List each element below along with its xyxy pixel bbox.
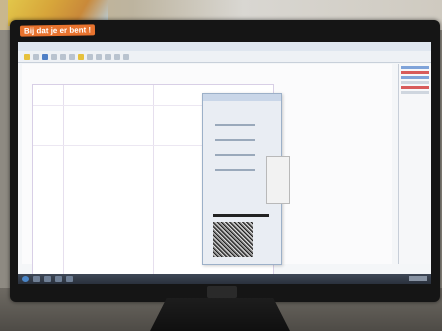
taskbar-clock[interactable] <box>409 276 427 281</box>
drawing-workarea[interactable] <box>22 64 392 284</box>
layers-panel[interactable] <box>398 64 431 264</box>
toolbar-icon[interactable] <box>60 53 66 60</box>
sticker-label: Bij dat je er bent ! <box>19 24 96 37</box>
panel-row[interactable] <box>401 81 429 84</box>
monitor-stand <box>150 298 290 331</box>
photo-scene: Bij dat je er bent ! <box>0 0 442 331</box>
toolbar-icon[interactable] <box>105 53 111 60</box>
dialog-slider[interactable] <box>215 154 255 156</box>
taskbar-app-icon[interactable] <box>55 276 62 282</box>
start-icon[interactable] <box>22 276 29 282</box>
toolbar-icon[interactable] <box>114 53 120 60</box>
grid-line <box>153 85 154 284</box>
toolbar-icon[interactable] <box>69 53 75 60</box>
monitor-logo <box>207 286 237 298</box>
app-titlebar <box>18 42 431 51</box>
taskbar-app-icon[interactable] <box>33 276 40 282</box>
panel-row[interactable] <box>401 86 429 89</box>
dialog-slider[interactable] <box>215 139 255 141</box>
toolbar-icon[interactable] <box>78 53 84 60</box>
taskbar-app-icon[interactable] <box>44 276 51 282</box>
grid-line <box>63 85 64 284</box>
toolbar-icon[interactable] <box>24 53 30 60</box>
dialog-titlebar[interactable] <box>203 94 281 101</box>
toolbar-icon[interactable] <box>87 53 93 60</box>
toolbar-icon[interactable] <box>33 53 39 60</box>
dialog-color-bar <box>213 214 269 217</box>
taskbar-app-icon[interactable] <box>66 276 73 282</box>
toolbar-icon[interactable] <box>96 53 102 60</box>
popup-menu[interactable] <box>266 156 290 204</box>
dialog-slider[interactable] <box>215 169 255 171</box>
toolbar-icon[interactable] <box>51 53 57 60</box>
toolbar-icon[interactable] <box>123 53 129 60</box>
panel-row[interactable] <box>401 71 429 74</box>
panel-row[interactable] <box>401 76 429 79</box>
panel-row[interactable] <box>401 91 429 94</box>
dialog-preview-image <box>213 222 253 257</box>
panel-row[interactable] <box>401 66 429 69</box>
toolbar-icon[interactable] <box>42 53 48 60</box>
monitor-screen <box>18 42 431 284</box>
taskbar <box>18 274 431 284</box>
dialog-slider[interactable] <box>215 124 255 126</box>
app-toolbar <box>18 51 431 63</box>
